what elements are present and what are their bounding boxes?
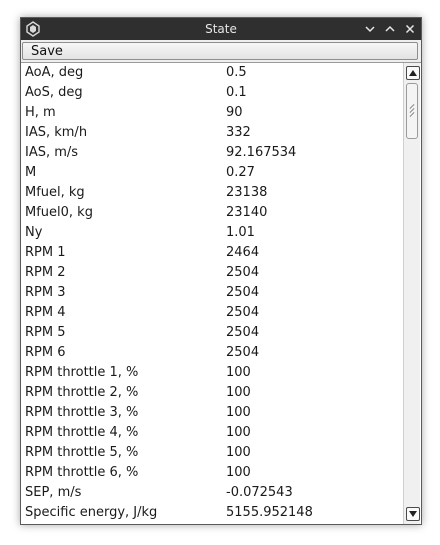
row-value: 2504: [226, 285, 260, 300]
row-value: 332: [226, 125, 251, 140]
row-key: IAS, km/h: [25, 125, 88, 140]
row-value: 2504: [226, 265, 260, 280]
row-value: 1.01: [226, 225, 255, 240]
scrollbar-thumb[interactable]: [406, 83, 418, 139]
list-item[interactable]: Mfuel, kg 23138: [21, 183, 403, 203]
list-item[interactable]: H, m 90: [21, 103, 403, 123]
list-item[interactable]: RPM 1 2464: [21, 243, 403, 263]
row-value: 23138: [226, 185, 268, 200]
list-item[interactable]: AoA, deg 0.5: [21, 63, 403, 83]
row-key: Mfuel0, kg: [25, 205, 93, 220]
chevron-down-icon: [365, 26, 375, 33]
vertical-scrollbar[interactable]: [403, 63, 420, 524]
minimize-button[interactable]: [362, 21, 378, 37]
list-item[interactable]: RPM throttle 2, % 100: [21, 383, 403, 403]
row-key: M: [25, 165, 37, 180]
row-key: IAS, m/s: [25, 145, 79, 160]
row-key: RPM 2: [25, 265, 66, 280]
row-value: 100: [226, 445, 251, 460]
row-value: 100: [226, 365, 251, 380]
row-value: 2504: [226, 305, 260, 320]
row-key: RPM throttle 1, %: [25, 365, 139, 380]
list-item[interactable]: RPM throttle 3, % 100: [21, 403, 403, 423]
row-value: 90: [226, 105, 243, 120]
list-item[interactable]: RPM throttle 1, % 100: [21, 363, 403, 383]
row-key: AoA, deg: [25, 65, 84, 80]
list-item[interactable]: RPM 6 2504: [21, 343, 403, 363]
list-item[interactable]: RPM throttle 4, % 100: [21, 423, 403, 443]
row-key: RPM 6: [25, 345, 66, 360]
row-key: SEP, m/s: [25, 485, 82, 500]
scroll-down-button[interactable]: [406, 507, 420, 521]
scroll-up-button[interactable]: [406, 66, 420, 80]
row-key: AoS, deg: [25, 85, 83, 100]
row-key: RPM throttle 2, %: [25, 385, 139, 400]
row-key: Ny: [25, 225, 43, 240]
row-value: 0.5: [226, 65, 247, 80]
list-item[interactable]: AoS, deg 0.1: [21, 83, 403, 103]
list-item[interactable]: Specific energy, J/kg 5155.952148: [21, 503, 403, 523]
save-button[interactable]: Save: [22, 42, 418, 60]
row-value: 2504: [226, 345, 260, 360]
window-title: State: [205, 22, 237, 36]
row-value: 92.167534: [226, 145, 297, 160]
list-item[interactable]: RPM 4 2504: [21, 303, 403, 323]
row-value: 100: [226, 385, 251, 400]
close-icon: [405, 24, 415, 34]
row-value: 0.27: [226, 165, 255, 180]
row-key: RPM throttle 5, %: [25, 445, 139, 460]
title-bar[interactable]: State: [21, 18, 421, 40]
state-rows: AoA, deg 0.5 AoS, deg 0.1 H, m 90 IAS, km/h 332…: [21, 63, 403, 523]
row-value: 5155.952148: [226, 505, 313, 520]
row-value: -0.072543: [226, 485, 293, 500]
state-window: State Save AoA, deg 0.5 AoS, deg 0.1 H, m 90 I…: [20, 17, 422, 525]
list-item[interactable]: M 0.27: [21, 163, 403, 183]
row-key: H, m: [25, 105, 56, 120]
list-item[interactable]: Mfuel0, kg 23140: [21, 203, 403, 223]
row-key: RPM throttle 6, %: [25, 465, 139, 480]
row-key: Mfuel, kg: [25, 185, 85, 200]
list-item[interactable]: RPM 3 2504: [21, 283, 403, 303]
row-value: 23140: [226, 205, 268, 220]
row-value: 2504: [226, 325, 260, 340]
list-item[interactable]: SEP, m/s -0.072543: [21, 483, 403, 503]
row-key: RPM 1: [25, 245, 66, 260]
triangle-down-icon: [409, 511, 417, 517]
chevron-up-icon: [385, 25, 395, 32]
list-item[interactable]: IAS, m/s 92.167534: [21, 143, 403, 163]
row-value: 100: [226, 405, 251, 420]
triangle-up-icon: [409, 70, 417, 76]
row-value: 100: [226, 465, 251, 480]
list-item[interactable]: RPM 5 2504: [21, 323, 403, 343]
maximize-button[interactable]: [382, 21, 398, 37]
row-value: 100: [226, 425, 251, 440]
list-item[interactable]: RPM 2 2504: [21, 263, 403, 283]
row-value: 2464: [226, 245, 260, 260]
list-item[interactable]: IAS, km/h 332: [21, 123, 403, 143]
row-key: RPM throttle 4, %: [25, 425, 139, 440]
close-button[interactable]: [402, 21, 418, 37]
list-item[interactable]: Ny 1.01: [21, 223, 403, 243]
row-key: RPM 4: [25, 305, 66, 320]
row-key: RPM 5: [25, 325, 66, 340]
toolbar: Save: [21, 40, 421, 62]
list-item[interactable]: RPM throttle 5, % 100: [21, 443, 403, 463]
row-value: 0.1: [226, 85, 247, 100]
row-key: RPM throttle 3, %: [25, 405, 139, 420]
state-list[interactable]: AoA, deg 0.5 AoS, deg 0.1 H, m 90 IAS, km/h 332…: [21, 62, 421, 524]
list-item[interactable]: RPM throttle 6, % 100: [21, 463, 403, 483]
row-key: RPM 3: [25, 285, 66, 300]
row-key: Specific energy, J/kg: [25, 505, 158, 520]
